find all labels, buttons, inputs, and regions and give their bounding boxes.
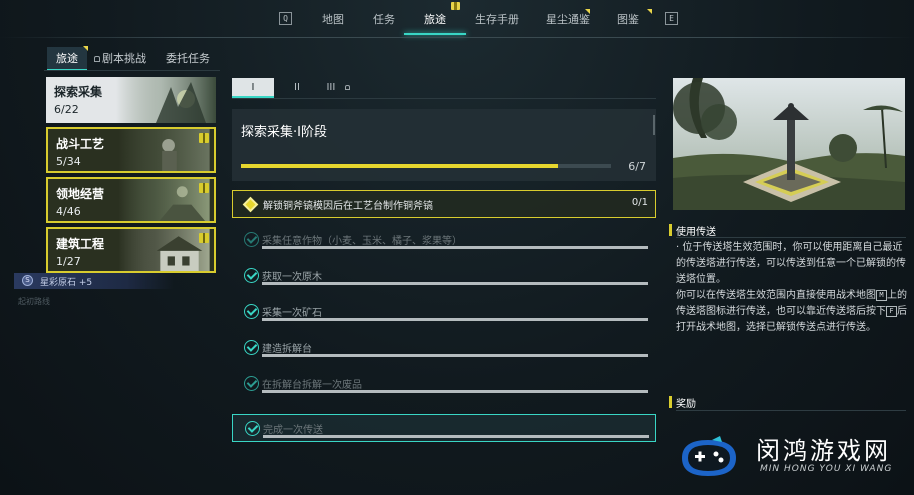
category-card-combat-craft[interactable]: 战斗工艺 5/34: [46, 127, 216, 173]
task-label: 建造拆解台: [262, 344, 312, 355]
category-count: 5/34: [56, 155, 81, 168]
new-indicator-icon: [647, 9, 652, 14]
tab-quests[interactable]: 任务: [373, 11, 395, 27]
stage-progress-bar: [241, 164, 611, 168]
task-item-completed[interactable]: 获取一次原木: [232, 262, 656, 290]
subtab-divider: [44, 70, 220, 71]
teleport-desc-paragraph-2: 你可以在传送塔生效范围内直接使用战术地图 M 上的传送塔图标进行传送，也可以靠近传送…: [676, 288, 908, 336]
category-card-explore[interactable]: 探索采集 6/22: [46, 77, 216, 123]
teleport-description: · 位于传送塔生效范围时，你可以使用距离自己最近的传送塔进行传送，可以传送到任意…: [676, 240, 908, 336]
q-key-hint[interactable]: Q: [279, 12, 292, 25]
reward-gift-icon: [199, 183, 209, 193]
task-label: 完成一次传送: [263, 425, 323, 436]
category-title: 探索采集: [54, 85, 103, 99]
subtab-journey-label: 旅途: [56, 52, 78, 65]
check-icon: [245, 421, 260, 436]
task-progress-bar: [262, 246, 648, 249]
lock-icon: [344, 84, 350, 90]
reward-section-title: 奖励: [676, 399, 696, 410]
active-task-diamond-icon: [242, 196, 259, 213]
top-navigation: Q 地图 任务 旅途 生存手册 星尘通鉴 图鉴 E: [0, 0, 914, 36]
teleport-section-title: 使用传送: [676, 227, 716, 238]
check-icon: [244, 376, 259, 391]
tab-map[interactable]: 地图: [322, 11, 344, 27]
check-icon: [244, 232, 259, 247]
task-progress-bar: [262, 390, 648, 393]
check-icon: [244, 268, 259, 283]
stage-progress-panel: 探索采集·I阶段 6/7: [232, 109, 656, 181]
stage-tab-1[interactable]: I: [232, 78, 274, 98]
subtab-script-challenge[interactable]: 剧本挑战: [94, 50, 146, 66]
category-title: 战斗工艺: [56, 137, 105, 151]
reward-text: 星彩原石 +5: [40, 278, 93, 288]
teleport-tower-preview-image: [673, 78, 905, 210]
watermark-logo-icon: [682, 436, 736, 476]
lock-icon: [94, 56, 100, 62]
section-marker: [669, 396, 672, 408]
stage-tab-2[interactable]: II: [276, 78, 318, 98]
tab-journey[interactable]: 旅途: [424, 11, 446, 27]
explore-thumbnail: [116, 77, 216, 123]
task-progress-bar: [262, 282, 648, 285]
f-key-hint: F: [886, 305, 897, 317]
task-item-completed[interactable]: 建造拆解台: [232, 334, 656, 362]
task-label: 采集一次矿石: [262, 308, 322, 319]
subtab-script-challenge-label: 剧本挑战: [102, 52, 146, 65]
task-label: 采集任意作物（小麦、玉米、橘子、浆果等）: [262, 236, 462, 247]
stage-tab-3[interactable]: III: [318, 78, 360, 98]
faint-route-label: 起初路线: [18, 297, 50, 306]
task-scrollbar[interactable]: [653, 115, 655, 135]
task-label: 获取一次原木: [262, 272, 322, 283]
task-label: 解锁铜斧镐模因后在工艺台制作铜斧镐: [263, 201, 433, 212]
new-indicator-icon: [83, 46, 88, 51]
section-divider: [676, 410, 906, 411]
gem-currency-icon: S: [22, 275, 33, 286]
stage-title: 探索采集·I阶段: [241, 125, 327, 140]
task-item-completed[interactable]: 在拆解台拆解一次废品: [232, 370, 656, 398]
category-count: 1/27: [56, 255, 81, 268]
tab-stardust-codex[interactable]: 星尘通鉴: [546, 11, 590, 27]
watermark-text: 闵鸿游戏网: [756, 437, 891, 465]
category-count: 6/22: [54, 103, 79, 116]
task-progress-bar: [263, 435, 649, 438]
stage-tab-3-label: III: [326, 82, 336, 93]
tab-collection[interactable]: 图鉴: [617, 11, 639, 27]
subtab-journey[interactable]: 旅途: [47, 46, 88, 71]
stage-progress-text: 6/7: [628, 160, 646, 173]
section-marker: [669, 224, 672, 236]
stage-progress-fill: [241, 164, 559, 168]
nav-divider: [0, 37, 914, 38]
category-card-construction[interactable]: 建筑工程 1/27: [46, 227, 216, 273]
category-title: 领地经营: [56, 187, 105, 201]
subtab-commission[interactable]: 委托任务: [166, 50, 210, 66]
teleport-desc-paragraph-1: · 位于传送塔生效范围时，你可以使用距离自己最近的传送塔进行传送，可以传送到任意…: [676, 242, 906, 285]
watermark-subtext: MIN HONG YOU XI WANG: [760, 464, 893, 474]
reward-notification: S 星彩原石 +5: [14, 273, 174, 289]
new-indicator-icon: [585, 9, 590, 14]
active-tab-indicator: [404, 33, 466, 35]
category-card-territory[interactable]: 领地经营 4/46: [46, 177, 216, 223]
stage-tabs-divider: [232, 98, 656, 99]
tab-survival-handbook[interactable]: 生存手册: [475, 11, 519, 27]
task-progress-bar: [262, 354, 648, 357]
category-title: 建筑工程: [56, 237, 105, 251]
gift-icon: [451, 2, 460, 10]
task-item-completed[interactable]: 采集任意作物（小麦、玉米、橘子、浆果等）: [232, 226, 656, 254]
task-item-completed[interactable]: 采集一次矿石: [232, 298, 656, 326]
task-label: 在拆解台拆解一次废品: [262, 380, 362, 391]
m-key-hint: M: [876, 289, 887, 301]
category-count: 4/46: [56, 205, 81, 218]
task-count: 0/1: [631, 197, 648, 208]
reward-gift-icon: [199, 133, 209, 143]
check-icon: [244, 340, 259, 355]
check-icon: [244, 304, 259, 319]
e-key-hint[interactable]: E: [665, 12, 678, 25]
task-item-selected[interactable]: 完成一次传送: [232, 414, 656, 442]
reward-gift-icon: [199, 233, 209, 243]
task-item-active[interactable]: 解锁铜斧镐模因后在工艺台制作铜斧镐 0/1: [232, 190, 656, 218]
stage-tabs: I II III: [232, 78, 656, 98]
desc-text: 你可以在传送塔生效范围内直接使用战术地图: [676, 290, 876, 301]
section-divider: [676, 237, 906, 238]
task-progress-bar: [262, 318, 648, 321]
